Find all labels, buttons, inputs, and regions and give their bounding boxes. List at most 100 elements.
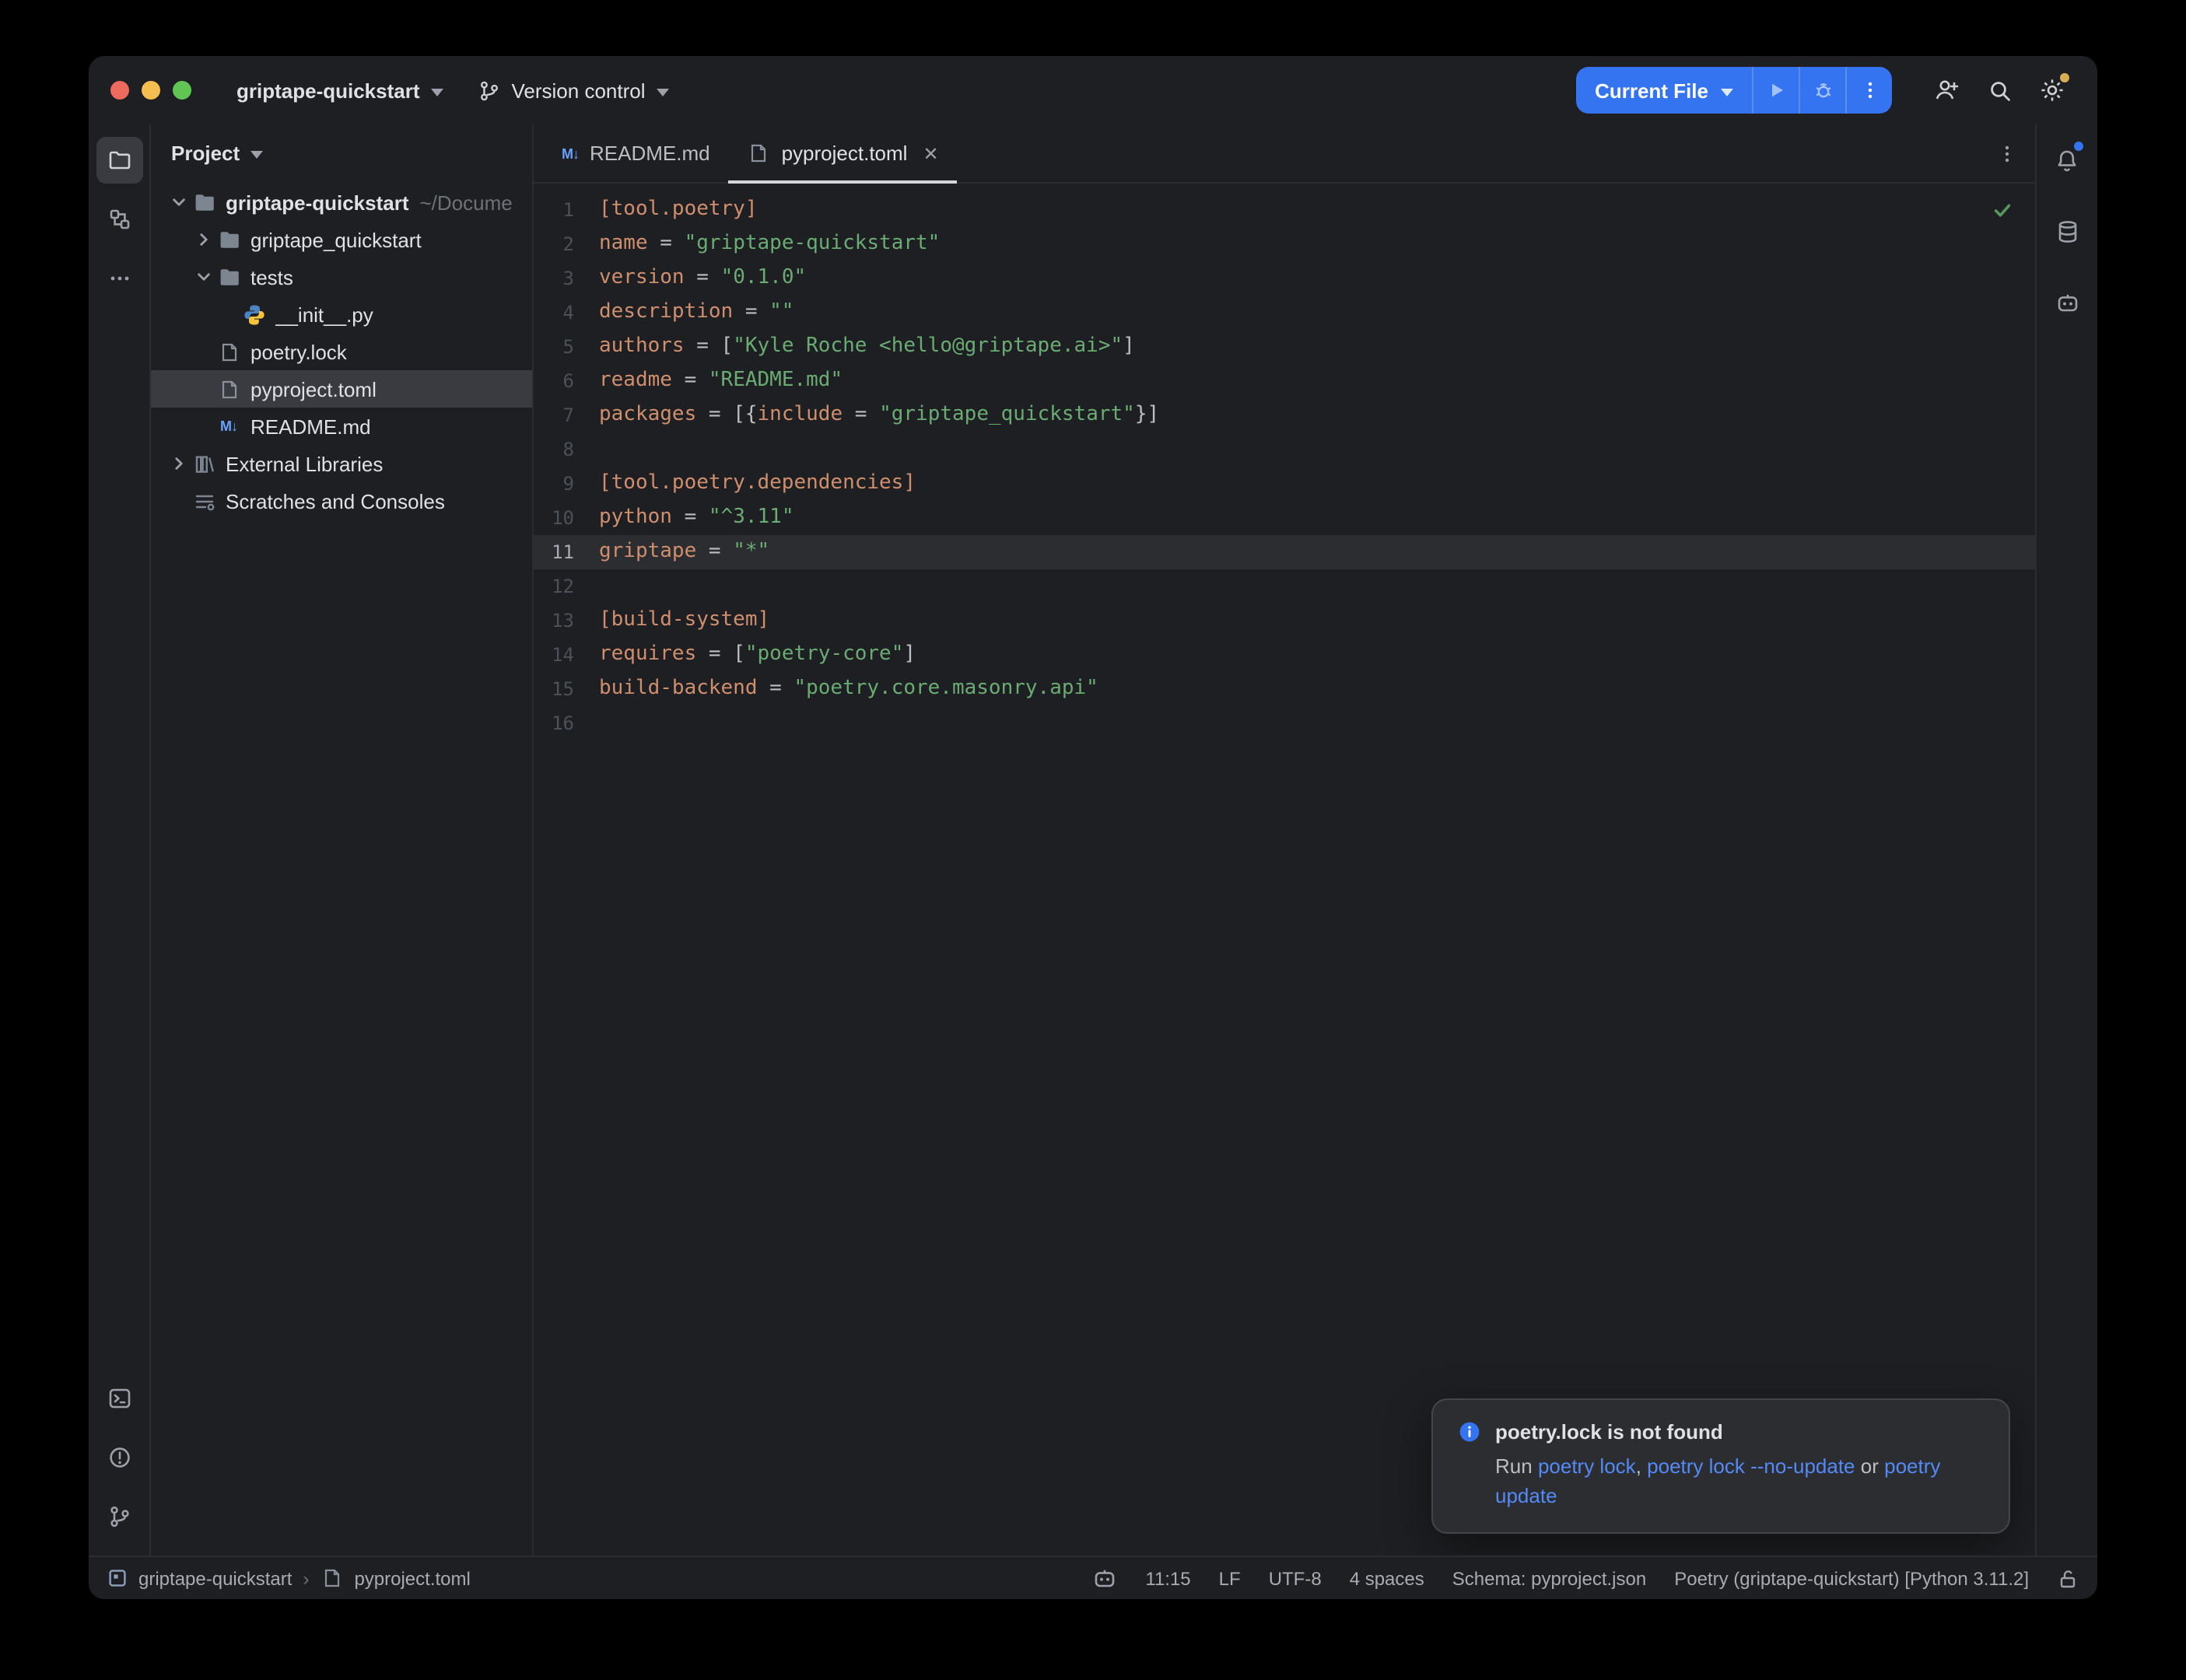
- code-line[interactable]: 4description = "": [534, 296, 2035, 330]
- right-toolbar: [2035, 124, 2097, 1556]
- problems-tool-button[interactable]: [96, 1434, 142, 1481]
- tree-item-readme-md[interactable]: M↓README.md: [151, 408, 532, 445]
- breadcrumb-project[interactable]: griptape-quickstart: [138, 1567, 292, 1589]
- line-number: 14: [534, 638, 599, 672]
- tree-item-path: ~/Docume: [420, 191, 513, 214]
- more-tools-button[interactable]: [96, 255, 142, 302]
- code-line[interactable]: 6readme = "README.md": [534, 364, 2035, 398]
- editor-tabs: M↓ README.md pyproject.toml ✕: [534, 124, 2035, 184]
- tree-item-label: External Libraries: [226, 452, 383, 475]
- line-text: packages = [{include = "griptape_quickst…: [599, 398, 1159, 432]
- breadcrumb-file[interactable]: pyproject.toml: [354, 1567, 470, 1589]
- code-line[interactable]: 9[tool.poetry.dependencies]: [534, 467, 2035, 501]
- project-tool-button[interactable]: [96, 137, 142, 184]
- notification-body: Run poetry lock, poetry lock --no-update…: [1495, 1451, 1962, 1510]
- editor-options-icon[interactable]: [1979, 124, 2035, 182]
- poetry-lock-link[interactable]: poetry lock: [1538, 1454, 1636, 1478]
- tree-item--init-py[interactable]: __init__.py: [151, 296, 532, 333]
- tree-item-tests[interactable]: tests: [151, 258, 532, 296]
- chevron-down-icon[interactable]: [191, 268, 216, 286]
- interpreter-selector[interactable]: Poetry (griptape-quickstart) [Python 3.1…: [1674, 1567, 2029, 1589]
- tree-item-pyproject-toml[interactable]: pyproject.toml: [151, 370, 532, 408]
- chevron-down-icon: [431, 88, 443, 96]
- close-window-button[interactable]: [110, 81, 129, 100]
- line-text: build-backend = "poetry.core.masonry.api…: [599, 672, 1098, 706]
- line-number: 16: [534, 706, 599, 740]
- zoom-window-button[interactable]: [173, 81, 191, 100]
- markdown-icon: M↓: [562, 145, 579, 161]
- code-line[interactable]: 5authors = ["Kyle Roche <hello@griptape.…: [534, 330, 2035, 364]
- add-user-button[interactable]: [1923, 67, 1970, 114]
- encoding[interactable]: UTF-8: [1269, 1567, 1322, 1589]
- code-line[interactable]: 1[tool.poetry]: [534, 193, 2035, 227]
- code-line[interactable]: 2name = "griptape-quickstart": [534, 227, 2035, 261]
- settings-button[interactable]: [2029, 67, 2076, 114]
- code-lines: 1[tool.poetry]2name = "griptape-quicksta…: [534, 193, 2035, 740]
- notification-text: ,: [1636, 1454, 1647, 1478]
- folder-icon: [216, 228, 241, 251]
- notification-text: Run: [1495, 1454, 1538, 1478]
- close-tab-icon[interactable]: ✕: [923, 142, 938, 164]
- python-icon: [241, 303, 266, 326]
- tab-readme[interactable]: M↓ README.md: [543, 124, 729, 182]
- debug-button[interactable]: [1799, 67, 1845, 114]
- code-line[interactable]: 11griptape = "*": [534, 535, 2035, 569]
- structure-tool-button[interactable]: [96, 196, 142, 243]
- poetry-lock-no-update-link[interactable]: poetry lock --no-update: [1647, 1454, 1855, 1478]
- inspections-ok-icon[interactable]: [1992, 199, 2013, 227]
- tree-item-external-libraries[interactable]: External Libraries: [151, 445, 532, 482]
- code-line[interactable]: 3version = "0.1.0": [534, 261, 2035, 296]
- database-tool-button[interactable]: [2044, 208, 2090, 255]
- search-everywhere-button[interactable]: [1976, 67, 2023, 114]
- notification-badge: [2073, 142, 2083, 151]
- vcs-widget[interactable]: Version control: [464, 71, 683, 110]
- tab-label: pyproject.toml: [782, 142, 908, 165]
- indent-setting[interactable]: 4 spaces: [1350, 1567, 1424, 1589]
- code-line[interactable]: 8: [534, 432, 2035, 467]
- schema-selector[interactable]: Schema: pyproject.json: [1452, 1567, 1646, 1589]
- chevron-right-icon[interactable]: [166, 454, 191, 473]
- terminal-tool-button[interactable]: [96, 1375, 142, 1422]
- code-line[interactable]: 13[build-system]: [534, 604, 2035, 638]
- run-config-selector[interactable]: Current File: [1576, 67, 1752, 114]
- caret-position[interactable]: 11:15: [1145, 1567, 1190, 1589]
- run-more-button[interactable]: [1845, 67, 1892, 114]
- chevron-down-icon: [250, 150, 263, 158]
- project-selector[interactable]: griptape-quickstart: [222, 71, 457, 110]
- line-text: readme = "README.md": [599, 364, 843, 398]
- line-number: 4: [534, 296, 599, 330]
- chevron-right-icon[interactable]: [191, 230, 216, 249]
- tree-item-poetry-lock[interactable]: poetry.lock: [151, 333, 532, 370]
- code-line[interactable]: 12: [534, 569, 2035, 604]
- ide-window: griptape-quickstart Version control Curr…: [89, 56, 2097, 1599]
- tree-item-griptape-quickstart[interactable]: griptape_quickstart: [151, 221, 532, 258]
- chevron-down-icon[interactable]: [166, 193, 191, 212]
- tree-item-griptape-quickstart[interactable]: griptape-quickstart~/Docume: [151, 184, 532, 221]
- breadcrumb-separator: ›: [303, 1567, 309, 1589]
- minimize-window-button[interactable]: [142, 81, 160, 100]
- code-line[interactable]: 15build-backend = "poetry.core.masonry.a…: [534, 672, 2035, 706]
- ai-assistant-button[interactable]: [2044, 280, 2090, 327]
- code-line[interactable]: 7packages = [{include = "griptape_quicks…: [534, 398, 2035, 432]
- status-widgets: 11:15 LF UTF-8 4 spaces Schema: pyprojec…: [1092, 1566, 2079, 1591]
- code-line[interactable]: 10python = "^3.11": [534, 501, 2035, 535]
- line-ending[interactable]: LF: [1219, 1567, 1241, 1589]
- tab-pyproject[interactable]: pyproject.toml ✕: [729, 124, 958, 182]
- bell-icon: [2054, 147, 2080, 173]
- line-number: 12: [534, 569, 599, 604]
- code-line[interactable]: 16: [534, 706, 2035, 740]
- notifications-button[interactable]: [2044, 137, 2090, 184]
- info-icon: [1458, 1420, 1481, 1444]
- run-button[interactable]: [1752, 67, 1799, 114]
- tree-item-scratches-and-consoles[interactable]: Scratches and Consoles: [151, 482, 532, 520]
- project-name: griptape-quickstart: [236, 79, 420, 102]
- tree-item-label: tests: [250, 265, 293, 289]
- lock-icon[interactable]: [2057, 1567, 2079, 1589]
- code-line[interactable]: 14requires = ["poetry-core"]: [534, 638, 2035, 672]
- line-text: griptape = "*": [599, 535, 769, 569]
- ai-assistant-status-icon[interactable]: [1092, 1566, 1117, 1591]
- project-panel-header[interactable]: Project: [151, 124, 532, 180]
- line-text: python = "^3.11": [599, 501, 794, 535]
- code-editor[interactable]: 1[tool.poetry]2name = "griptape-quicksta…: [534, 184, 2035, 1556]
- vcs-tool-button[interactable]: [96, 1493, 142, 1540]
